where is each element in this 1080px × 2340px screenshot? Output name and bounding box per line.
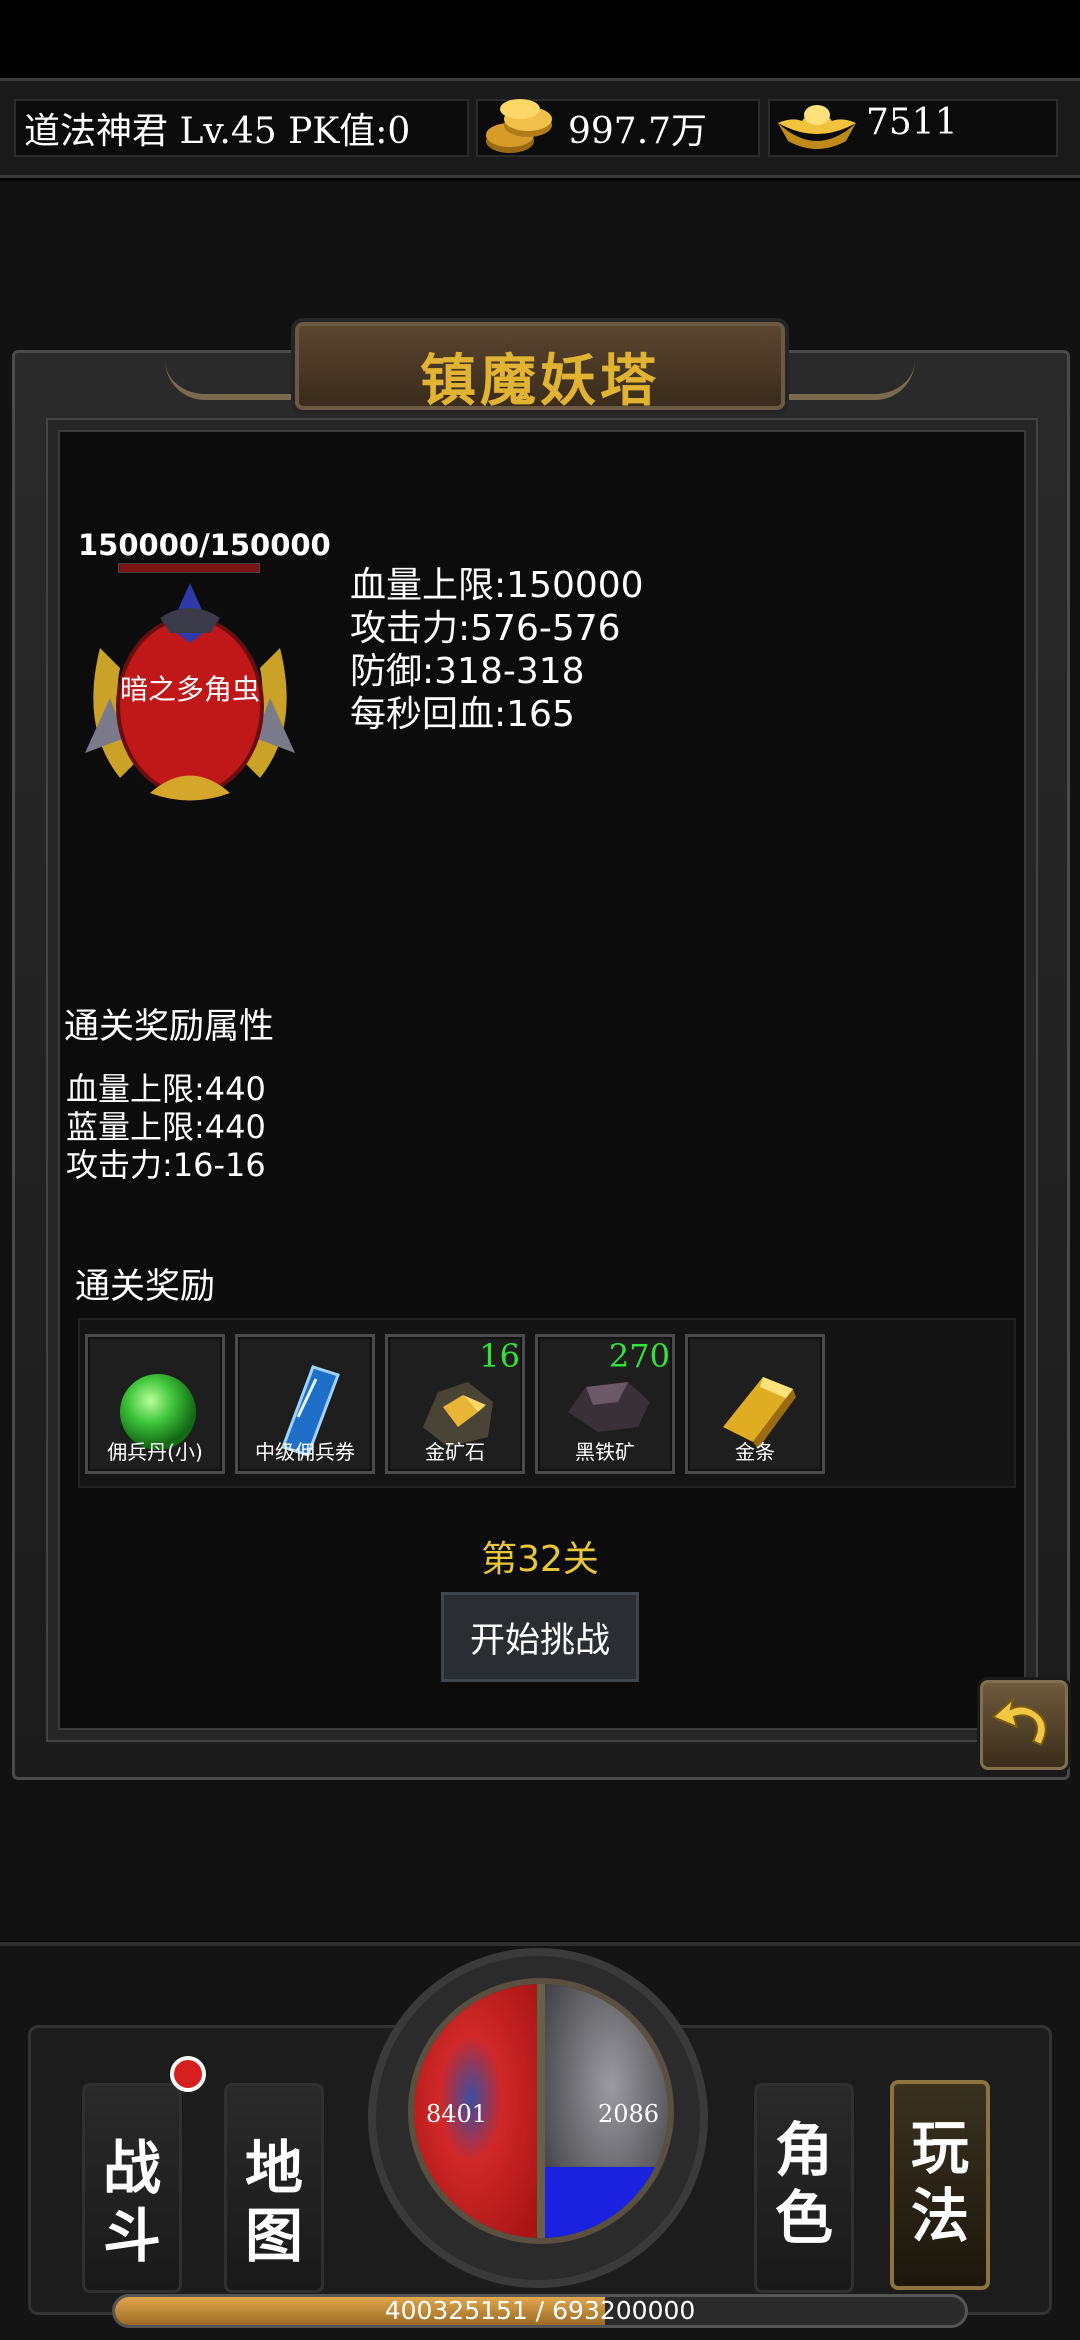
- reward-item-label: 金矿石: [425, 1440, 485, 1464]
- title-wing-left: [165, 360, 305, 400]
- reward-item-slot[interactable]: 中级佣兵券: [235, 1334, 375, 1474]
- notification-dot: [170, 2056, 206, 2092]
- floor-label: 第32关: [481, 1539, 599, 1580]
- nav-map-button[interactable]: 地图: [224, 2083, 324, 2293]
- reward-item-label: 金条: [735, 1440, 775, 1464]
- panel-title: 镇魔妖塔: [420, 348, 660, 414]
- title-wing-right: [775, 360, 915, 400]
- reward-attr-attack: 攻击力:16-16: [66, 1146, 266, 1184]
- gold-amount: 997.7万: [568, 111, 708, 152]
- nav-character-label: 角色: [774, 2116, 833, 2252]
- player-info: 道法神君 Lv.45 PK值:0: [24, 111, 411, 152]
- reward-attr-title: 通关奖励属性: [64, 1007, 275, 1047]
- ingot-amount: 7511: [866, 102, 958, 143]
- reward-item-slot[interactable]: 黑铁矿 270: [535, 1334, 675, 1474]
- back-button[interactable]: [980, 1680, 1068, 1770]
- xp-text: 400325151 / 693200000: [384, 2296, 696, 2325]
- nav-battle-label: 战斗: [102, 2134, 161, 2270]
- gold-coins-icon: [486, 99, 552, 153]
- reward-item-label: 黑铁矿: [575, 1440, 635, 1464]
- reward-item-label: 佣兵丹(小): [107, 1440, 203, 1464]
- boss-stat-regen: 每秒回血:165: [350, 694, 575, 735]
- reward-item-slot[interactable]: 金条: [685, 1334, 825, 1474]
- mp-value: 2086: [598, 2100, 660, 2128]
- boss-name: 暗之多角虫: [119, 673, 260, 706]
- start-challenge-button[interactable]: 开始挑战: [441, 1592, 639, 1682]
- nav-battle-button[interactable]: 战斗: [82, 2083, 182, 2293]
- nav-character-button[interactable]: 角色: [754, 2083, 854, 2293]
- reward-item-slot[interactable]: 金矿石 16: [385, 1334, 525, 1474]
- nav-map-label: 地图: [244, 2134, 303, 2270]
- reward-item-count: 270: [608, 1337, 670, 1375]
- nav-gameplay-button[interactable]: 玩法: [890, 2080, 990, 2290]
- reward-item-count: 16: [479, 1337, 520, 1375]
- boss-hp-text: 150000/150000: [78, 528, 331, 562]
- return-arrow-icon: [991, 1696, 1047, 1747]
- reward-title: 通关奖励: [75, 1267, 216, 1307]
- nav-gameplay-label: 玩法: [910, 2114, 969, 2250]
- title-plate: 镇魔妖塔: [295, 322, 785, 414]
- reward-item-label: 中级佣兵券: [255, 1440, 355, 1464]
- gold-ingot-icon: [778, 105, 856, 149]
- boss-hp-bar: [118, 563, 260, 573]
- reward-item-slot[interactable]: 佣兵丹(小): [85, 1334, 225, 1474]
- hp-value: 8401: [426, 2100, 488, 2128]
